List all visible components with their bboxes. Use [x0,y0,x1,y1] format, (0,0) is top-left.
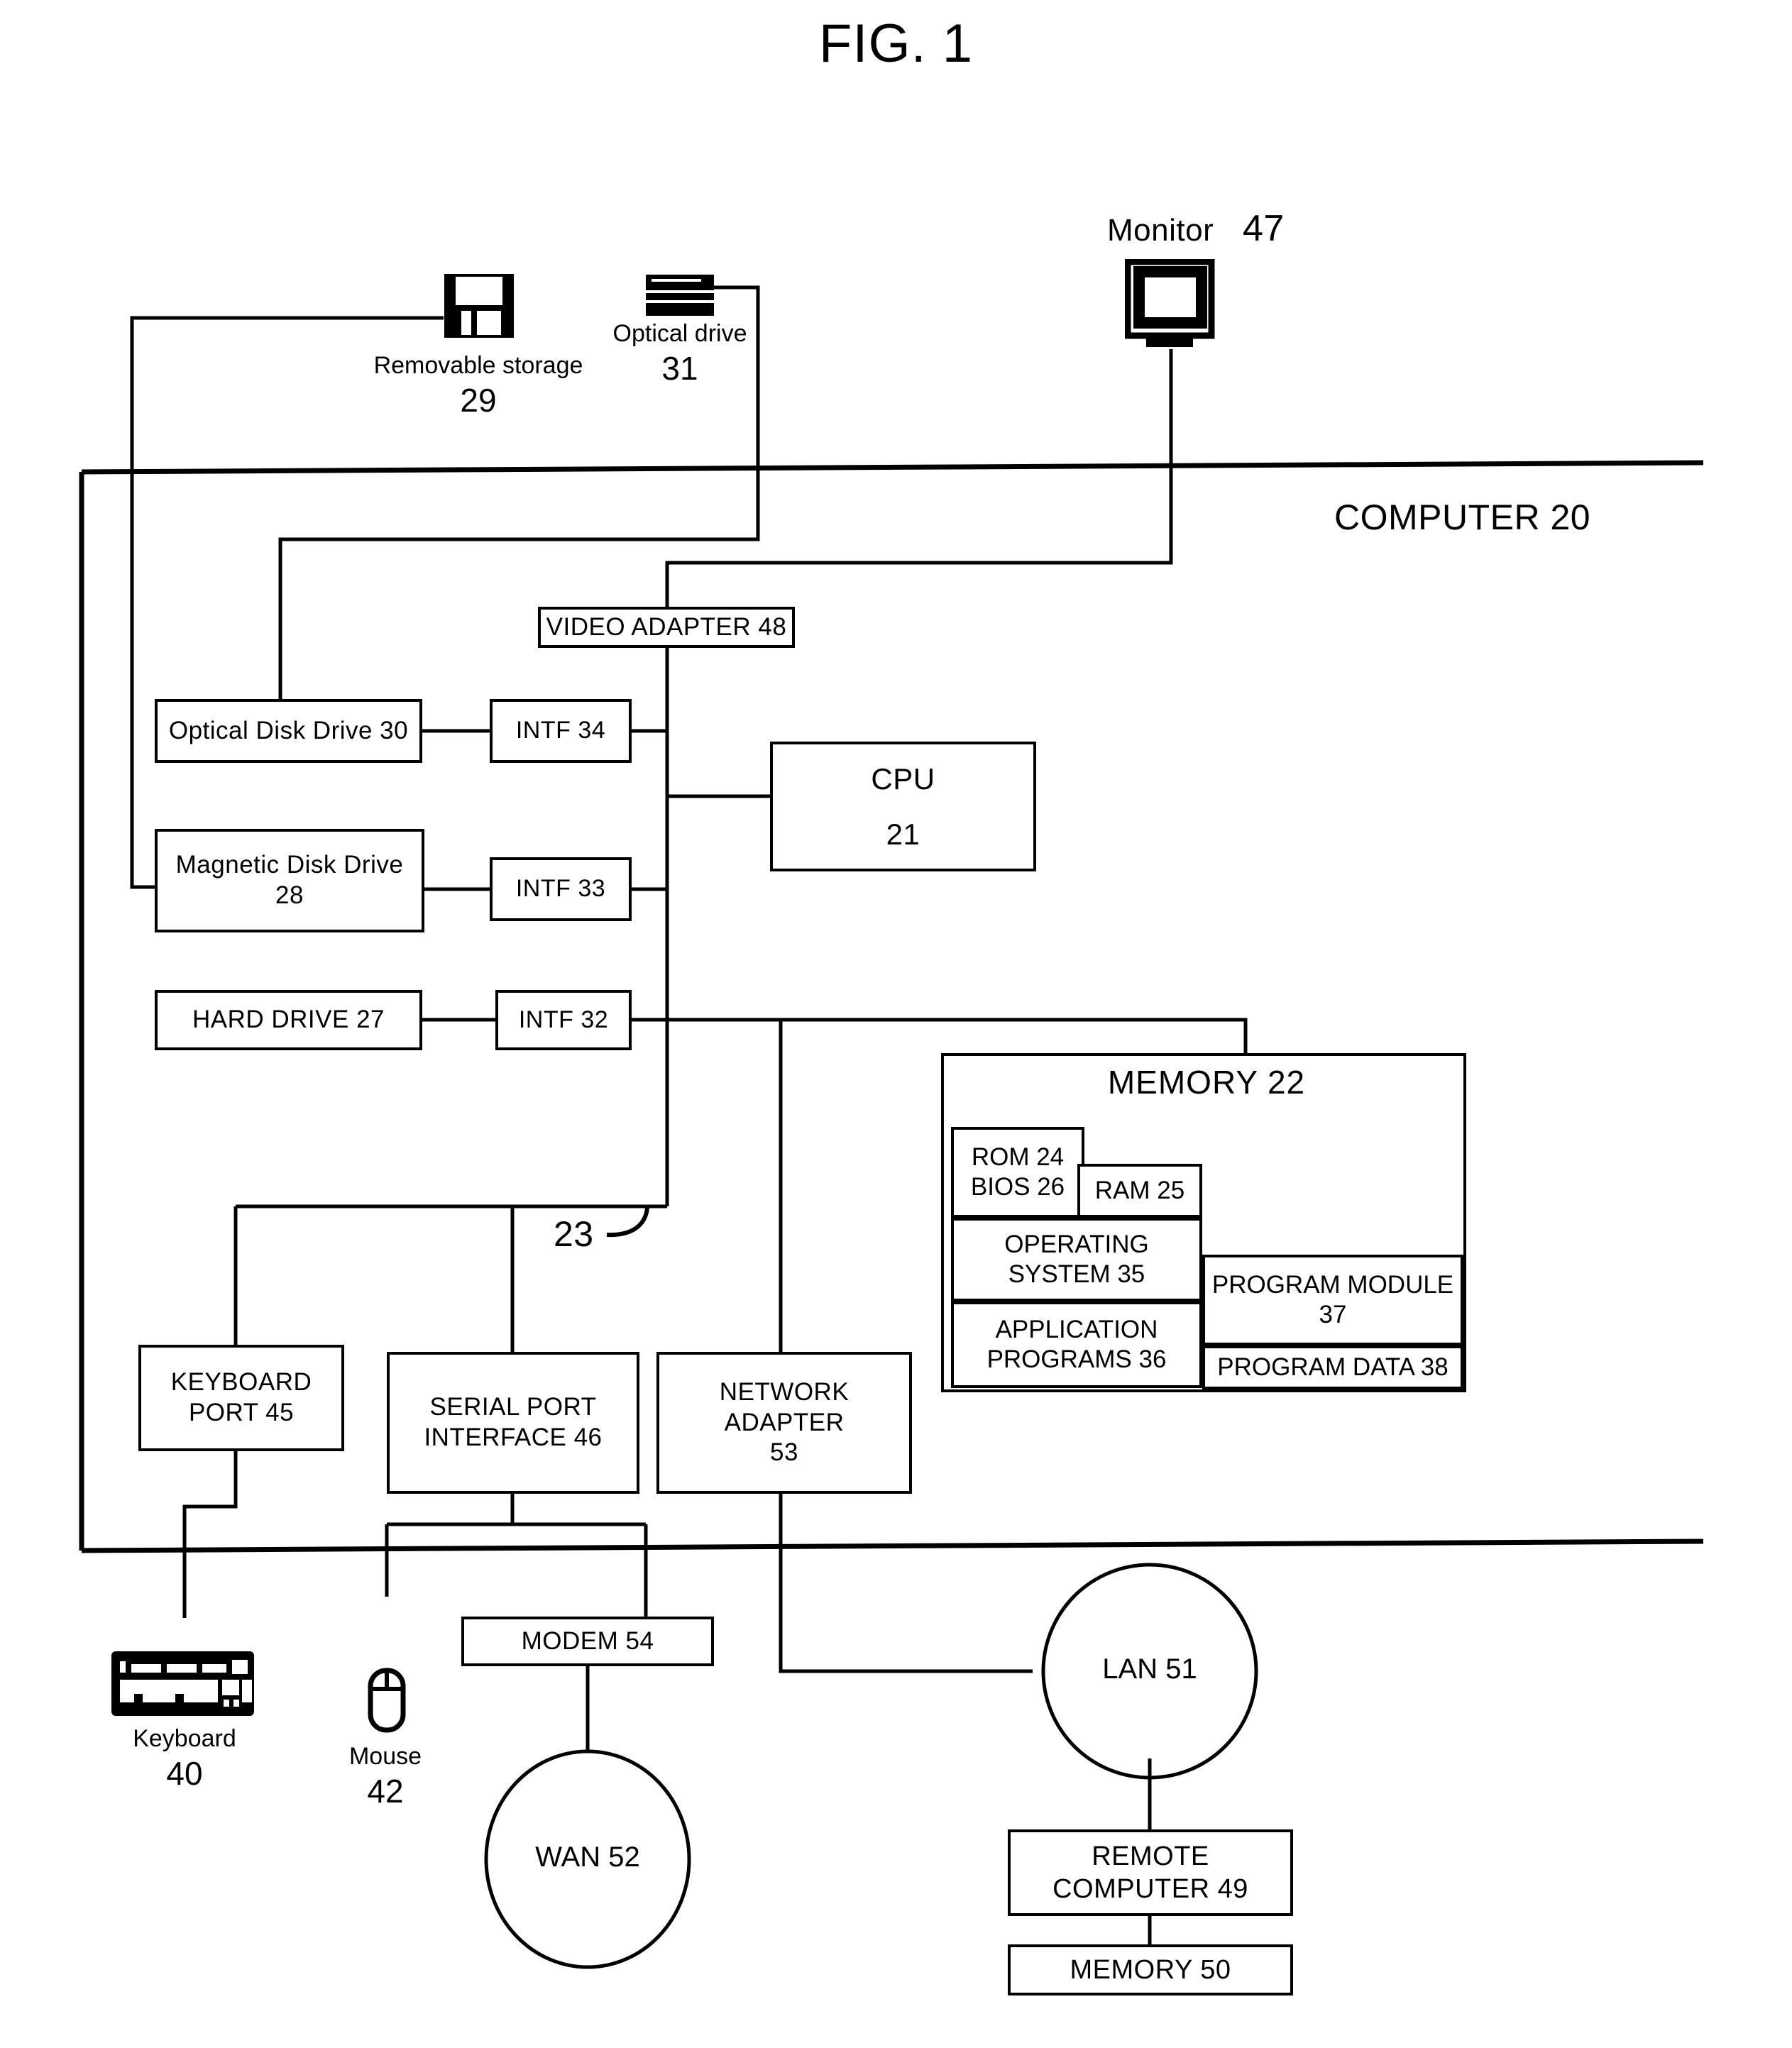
computer-boundary-bottom [81,1538,1704,1553]
mouse-text: Mouse [348,1743,422,1770]
memory-title: MEMORY 22 [1107,1064,1306,1101]
remote-memory-block[interactable]: MEMORY 50 [1008,1944,1293,1995]
bios-label: BIOS 26 [970,1173,1065,1201]
optical-drive-label: Optical drive 31 [602,319,758,387]
magnetic-disk-drive-name: Magnetic Disk Drive [175,851,404,879]
crt-monitor-icon [1125,259,1215,347]
ram-block[interactable]: RAM 25 [1077,1164,1202,1218]
keyboard-port-name: KEYBOARD [170,1368,312,1397]
computer-boundary-label: COMPUTER 20 [1334,497,1591,537]
operating-system-block[interactable]: OPERATING SYSTEM 35 [951,1218,1202,1301]
cpu-name: CPU [871,762,935,796]
network-adapter-block[interactable]: NETWORK ADAPTER 53 [656,1352,912,1494]
hard-drive-block[interactable]: HARD DRIVE 27 [155,990,422,1050]
serial-port-name: SERIAL PORT [429,1393,597,1421]
optical-disk-drive-block[interactable]: Optical Disk Drive 30 [155,699,422,763]
cpu-block[interactable]: CPU 21 [770,742,1036,871]
keyboard-number: 40 [166,1755,203,1793]
modem-block[interactable]: MODEM 54 [461,1617,714,1666]
program-module-block[interactable]: PROGRAM MODULE 37 [1202,1255,1463,1345]
serial-port-interface-block[interactable]: SERIAL PORT INTERFACE 46 [387,1352,639,1494]
removable-storage-number: 29 [460,382,497,419]
keyboard-text: Keyboard [133,1725,236,1752]
optical-drive-icon [646,275,714,316]
cpu-number: 21 [886,817,920,851]
application-programs-block[interactable]: APPLICATION PROGRAMS 36 [951,1301,1202,1388]
floppy-disk-icon [444,274,514,338]
network-adapter-name: NETWORK ADAPTER [719,1377,850,1436]
rom-label: ROM 24 [971,1143,1065,1171]
mouse-icon [368,1668,406,1733]
network-adapter-number: 53 [770,1438,798,1467]
wire-intf32-to-memory [632,1018,1248,1053]
application-programs-name: APPLICATION [995,1316,1158,1343]
rom-bios-block[interactable]: ROM 24 BIOS 26 [951,1127,1084,1218]
keyboard-label: Keyboard 40 [114,1724,255,1793]
remote-computer-name: REMOTE [1092,1841,1209,1871]
remote-computer-number: COMPUTER 49 [1052,1874,1248,1904]
figure-page: FIG. 1 Removable storage 29 Optical driv… [0,0,1792,2048]
remote-computer-block[interactable]: REMOTE COMPUTER 49 [1008,1829,1293,1916]
keyboard-port-number: PORT 45 [188,1399,295,1426]
wan-label: WAN 52 [535,1841,640,1873]
intf34-block[interactable]: INTF 34 [490,699,632,763]
video-adapter-block[interactable]: VIDEO ADAPTER 48 [538,607,795,648]
wire-monitor-to-video-adapter [665,349,1173,607]
optical-drive-text: Optical drive [612,320,747,347]
program-module-number: 37 [1319,1301,1347,1328]
program-data-block[interactable]: PROGRAM DATA 38 [1202,1345,1463,1389]
bus-leader-line [606,1206,649,1238]
intf32-block[interactable]: INTF 32 [495,990,632,1050]
optical-drive-number: 31 [661,350,698,387]
removable-storage-label: Removable storage 29 [372,351,585,419]
bus-label: 23 [554,1214,594,1254]
lan-label: LAN 51 [1102,1653,1197,1685]
operating-system-name: OPERATING [1004,1231,1149,1258]
wire-keyboard-port-to-keyboard [182,1451,238,1618]
magnetic-disk-drive-number: 28 [275,881,304,909]
application-programs-number: PROGRAMS 36 [986,1345,1167,1373]
keyboard-icon [111,1651,254,1716]
program-module-name: PROGRAM MODULE [1211,1271,1454,1299]
monitor-number: 47 [1242,208,1285,249]
mouse-label: Mouse 42 [318,1742,453,1810]
memory-block[interactable]: MEMORY 22 ROM 24 BIOS 26 RAM 25 OPERATIN… [941,1053,1466,1392]
magnetic-disk-drive-block[interactable]: Magnetic Disk Drive 28 [155,829,424,932]
monitor-text: Monitor [1107,213,1214,248]
serial-port-number: INTERFACE 46 [424,1424,603,1451]
operating-system-number: SYSTEM 35 [1008,1260,1145,1288]
monitor-label: Monitor 47 [1107,207,1285,250]
intf33-block[interactable]: INTF 33 [490,857,632,921]
mouse-number: 42 [367,1773,404,1810]
keyboard-port-block[interactable]: KEYBOARD PORT 45 [138,1345,344,1451]
removable-storage-text: Removable storage [373,352,583,379]
computer-boundary-top [81,460,1704,475]
